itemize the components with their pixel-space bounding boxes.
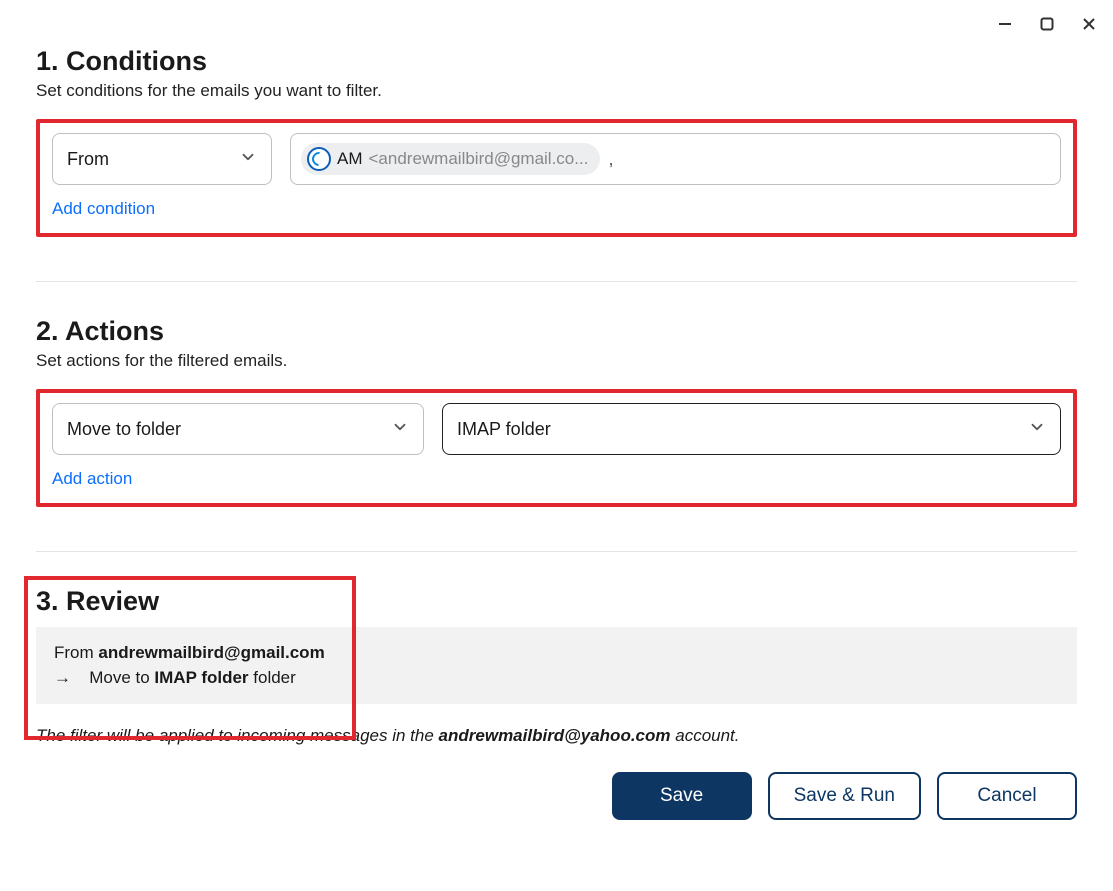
conditions-highlight-box: From AM <andrewmailbird@gmail.co... , Ad… xyxy=(36,119,1077,237)
condition-field-label: From xyxy=(67,149,109,170)
condition-value-input[interactable]: AM <andrewmailbird@gmail.co... , xyxy=(290,133,1061,185)
save-and-run-button[interactable]: Save & Run xyxy=(768,772,921,820)
email-chip[interactable]: AM <andrewmailbird@gmail.co... xyxy=(301,143,600,175)
chevron-down-icon xyxy=(1028,418,1046,441)
mailbird-icon xyxy=(307,147,331,171)
actions-subtitle: Set actions for the filtered emails. xyxy=(36,351,1077,371)
chevron-down-icon xyxy=(239,148,257,171)
action-type-select[interactable]: Move to folder xyxy=(52,403,424,455)
actions-highlight-box: Move to folder IMAP folder Add action xyxy=(36,389,1077,507)
divider xyxy=(36,281,1077,282)
conditions-title: 1. Conditions xyxy=(36,46,1077,77)
review-summary-panel: From andrewmailbird@gmail.com → Move to … xyxy=(36,627,1077,704)
action-folder-label: IMAP folder xyxy=(457,419,551,440)
maximize-icon[interactable] xyxy=(1037,14,1057,34)
review-title: 3. Review xyxy=(36,586,1077,617)
review-line-from: From andrewmailbird@gmail.com xyxy=(54,641,1059,666)
save-button[interactable]: Save xyxy=(612,772,752,820)
add-action-link[interactable]: Add action xyxy=(52,469,1061,489)
minimize-icon[interactable] xyxy=(995,14,1015,34)
condition-field-select[interactable]: From xyxy=(52,133,272,185)
action-type-label: Move to folder xyxy=(67,419,181,440)
chip-initials: AM xyxy=(337,149,363,169)
dialog-buttons: Save Save & Run Cancel xyxy=(36,772,1077,820)
chip-email: <andrewmailbird@gmail.co... xyxy=(369,149,589,169)
arrow-right-icon: → xyxy=(54,668,71,687)
chip-trailing: , xyxy=(608,149,613,170)
cancel-button[interactable]: Cancel xyxy=(937,772,1077,820)
actions-title: 2. Actions xyxy=(36,316,1077,347)
add-condition-link[interactable]: Add condition xyxy=(52,199,1061,219)
window-controls xyxy=(995,14,1099,34)
close-icon[interactable] xyxy=(1079,14,1099,34)
divider xyxy=(36,551,1077,552)
conditions-subtitle: Set conditions for the emails you want t… xyxy=(36,81,1077,101)
filter-account-note: The filter will be applied to incoming m… xyxy=(36,726,1077,746)
review-line-action: → Move to IMAP folder folder xyxy=(54,666,1059,691)
chevron-down-icon xyxy=(391,418,409,441)
action-folder-select[interactable]: IMAP folder xyxy=(442,403,1061,455)
